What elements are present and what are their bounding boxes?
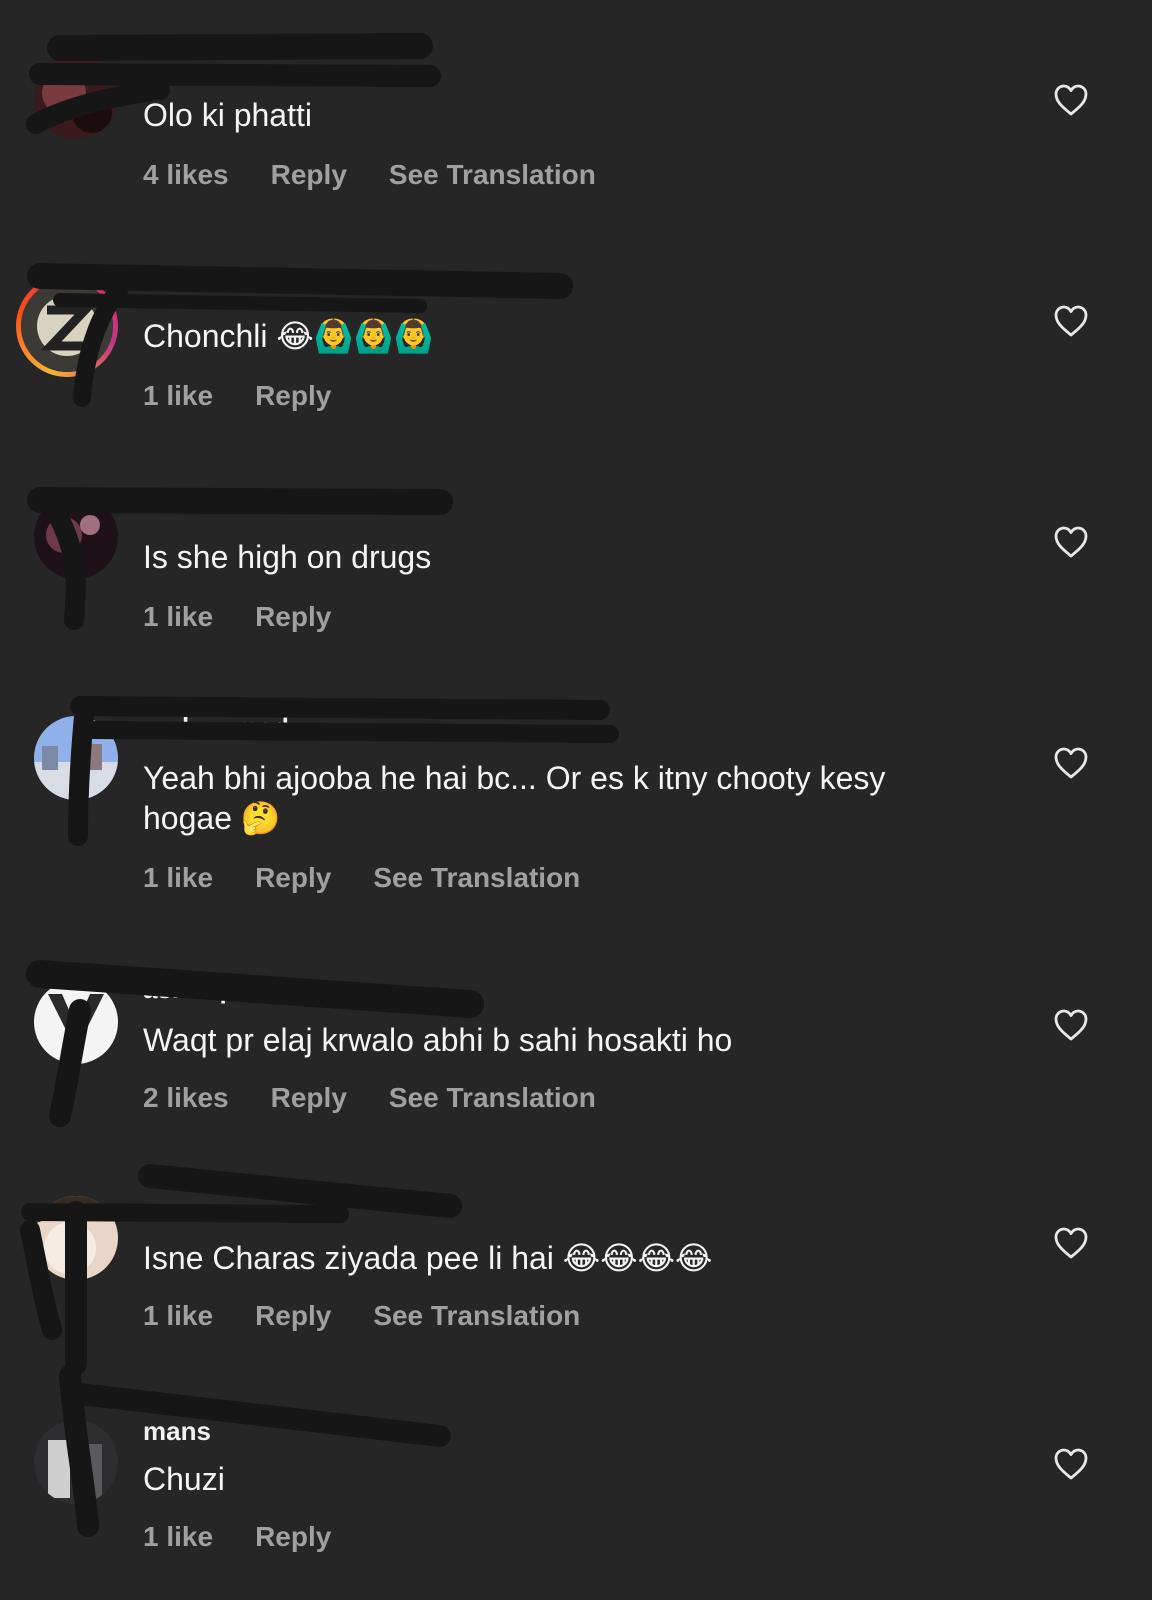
heart-outline-icon[interactable] xyxy=(1053,746,1089,780)
see-translation-button[interactable]: See Translation xyxy=(373,1300,580,1331)
avatar[interactable] xyxy=(34,716,118,800)
likes-count[interactable]: 1 like xyxy=(143,601,213,632)
heart-outline-icon[interactable] xyxy=(1053,1226,1089,1260)
see-translation-button[interactable]: See Translation xyxy=(373,862,580,893)
see-translation-button[interactable]: See Translation xyxy=(389,159,596,190)
avatar[interactable] xyxy=(16,275,118,377)
heart-outline-icon[interactable] xyxy=(1053,1008,1089,1042)
avatar[interactable] xyxy=(34,980,118,1064)
reply-button[interactable]: Reply xyxy=(255,1300,331,1331)
comment-actions: 1 like Reply See Translation xyxy=(143,862,622,894)
comment-text: Chonchli 😂🙆‍♂️🙆‍♂️🙆‍♂️ xyxy=(143,318,434,354)
comment-actions: 1 like Reply See Translation xyxy=(143,1300,622,1332)
avatar[interactable] xyxy=(34,55,118,139)
comment-text: Yeah bhi ajooba he hai bc... Or es k itn… xyxy=(143,760,895,836)
reply-button[interactable]: Reply xyxy=(255,862,331,893)
likes-count[interactable]: 4 likes xyxy=(143,159,229,190)
reply-button[interactable]: Reply xyxy=(255,601,331,632)
likes-count[interactable]: 2 likes xyxy=(143,1082,229,1113)
likes-count[interactable]: 1 like xyxy=(143,862,213,893)
heart-outline-icon[interactable] xyxy=(1053,525,1089,559)
comment-time: 12h xyxy=(249,974,293,1004)
comment-text: Chuzi xyxy=(143,1461,225,1497)
likes-count[interactable]: 1 like xyxy=(143,1521,213,1552)
avatar[interactable] xyxy=(34,1196,118,1280)
comment-actions: 1 like Reply xyxy=(143,380,373,412)
avatar[interactable] xyxy=(34,1420,118,1504)
heart-outline-icon[interactable] xyxy=(1053,304,1089,338)
likes-count[interactable]: 1 like xyxy=(143,1300,213,1331)
comment-username[interactable]: muhammad_ xyxy=(143,712,303,743)
comment-username[interactable]: mans xyxy=(143,1416,211,1447)
reply-button[interactable]: Reply xyxy=(271,1082,347,1113)
comment-actions: 1 like Reply xyxy=(143,601,373,633)
heart-outline-icon[interactable] xyxy=(1053,83,1089,117)
reply-button[interactable]: Reply xyxy=(255,1521,331,1552)
comment-text: Is she high on drugs xyxy=(143,539,432,575)
avatar[interactable] xyxy=(34,495,118,579)
comment-text: Waqt pr elaj krwalo abhi b sahi hosakti … xyxy=(143,1022,733,1058)
reply-button[interactable]: Reply xyxy=(255,380,331,411)
comment-actions: 4 likes Reply See Translation xyxy=(143,159,638,191)
comments-screen: Olo ki phatti 4 likes Reply See Translatio… xyxy=(0,0,1152,1600)
comment-actions: 2 likes Reply See Translation xyxy=(143,1082,638,1114)
heart-outline-icon[interactable] xyxy=(1053,1447,1089,1481)
comment-text: Olo ki phatti xyxy=(143,97,312,133)
comment-text: Isne Charas ziyada pee li hai 😂😂😂😂 xyxy=(143,1240,713,1276)
likes-count[interactable]: 1 like xyxy=(143,380,213,411)
reply-button[interactable]: Reply xyxy=(271,159,347,190)
comment-username[interactable]: ashfaq_ 12h xyxy=(143,974,293,1005)
see-translation-button[interactable]: See Translation xyxy=(389,1082,596,1113)
comment-actions: 1 like Reply xyxy=(143,1521,373,1553)
